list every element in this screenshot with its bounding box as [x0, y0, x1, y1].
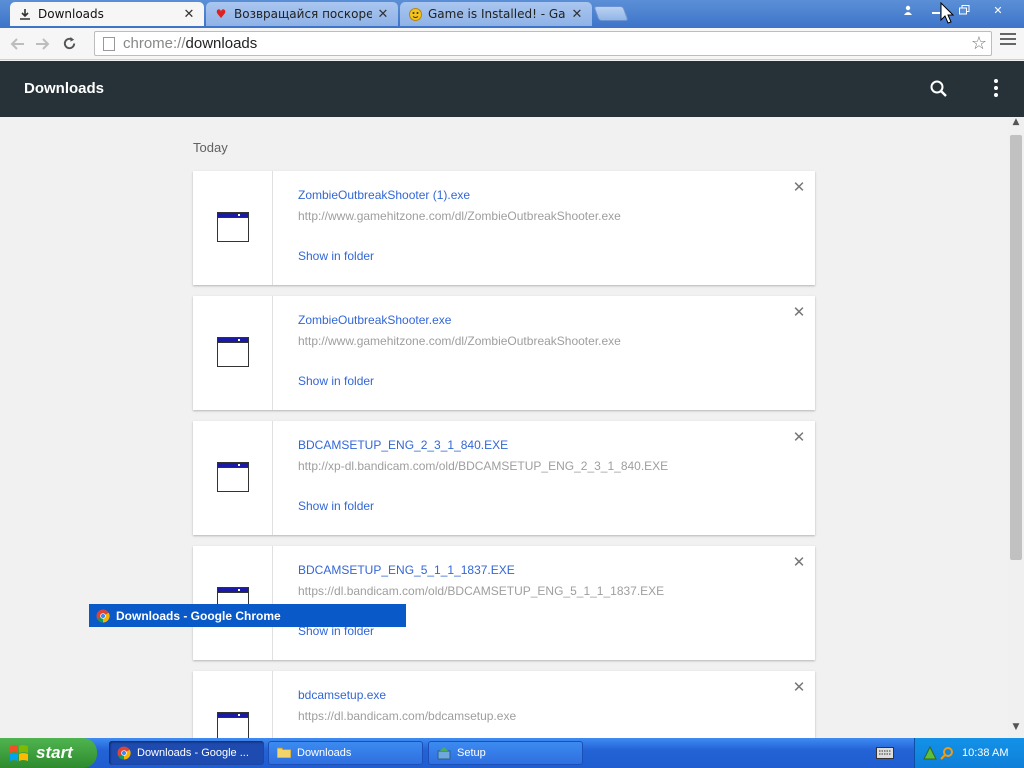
download-source-url[interactable]: http://xp-dl.bandicam.com/old/BDCAMSETUP… [298, 459, 668, 473]
download-item: bdcamsetup.exe https://dl.bandicam.com/b… [193, 671, 815, 738]
taskbar-item-label: Downloads - Google ... [137, 747, 249, 759]
taskbar: start Downloads - Google ... Downloads S… [0, 738, 1024, 768]
keyboard-icon[interactable] [876, 747, 894, 759]
show-in-folder-link[interactable]: Show in folder [298, 374, 374, 388]
window-controls: ✕ [896, 2, 1016, 18]
forward-button[interactable] [30, 31, 56, 57]
download-item: ZombieOutbreakShooter (1).exe http://www… [193, 171, 815, 285]
chrome-menu-icon[interactable] [1000, 33, 1016, 45]
restore-button[interactable] [952, 2, 976, 18]
window-switch-caption: Downloads - Google Chrome [89, 604, 406, 627]
window-caption-text: Downloads - Google Chrome [116, 608, 281, 623]
tab-title: Downloads [38, 7, 104, 21]
network-icon[interactable] [923, 745, 937, 760]
vertical-scrollbar[interactable]: ▲ ▼ [1008, 117, 1024, 738]
address-text: chrome://downloads [123, 35, 258, 52]
system-clock: 10:38 AM [962, 747, 1009, 759]
download-file-name[interactable]: bdcamsetup.exe [298, 688, 386, 702]
scrollbar-thumb[interactable] [1010, 135, 1022, 560]
page-icon [103, 36, 115, 51]
application-file-icon [217, 212, 249, 242]
heart-icon: ♥ [215, 7, 227, 21]
download-file-name[interactable]: ZombieOutbreakShooter (1).exe [298, 188, 470, 202]
new-tab-button[interactable] [593, 6, 629, 21]
reload-button[interactable] [56, 31, 82, 57]
taskbar-item-label: Setup [457, 747, 486, 759]
downloads-header: Downloads [0, 61, 1024, 117]
taskbar-item-downloads-folder[interactable]: Downloads [268, 741, 423, 765]
download-icon [18, 7, 32, 21]
reload-icon [63, 36, 75, 50]
show-in-folder-link[interactable]: Show in folder [298, 499, 374, 513]
scroll-down-arrow-icon[interactable]: ▼ [1008, 722, 1024, 738]
file-icon-column [193, 421, 273, 535]
file-icon-column [193, 671, 273, 738]
application-file-icon [217, 712, 249, 738]
application-file-icon [217, 462, 249, 492]
file-icon-column [193, 546, 273, 660]
taskbar-item-setup[interactable]: Setup [428, 741, 583, 765]
download-file-name[interactable]: ZombieOutbreakShooter.exe [298, 313, 451, 327]
download-source-url[interactable]: https://dl.bandicam.com/old/BDCAMSETUP_E… [298, 584, 664, 598]
download-source-url[interactable]: http://www.gamehitzone.com/dl/ZombieOutb… [298, 334, 621, 348]
address-bar[interactable]: chrome://downloads ☆ [94, 31, 992, 56]
tab-title: Возвращайся поскорее! [234, 7, 372, 21]
back-arrow-icon [10, 37, 24, 50]
more-options-icon[interactable] [994, 79, 998, 97]
start-button[interactable]: start [0, 738, 97, 768]
back-button[interactable] [4, 31, 30, 57]
page-title: Downloads [24, 80, 105, 97]
tab-game-installed[interactable]: Game is Installed! - GameHitZ ✕ [400, 2, 592, 26]
file-icon-column [193, 296, 273, 410]
folder-icon [276, 746, 292, 760]
close-tab-icon[interactable]: ✕ [570, 7, 584, 22]
mouse-cursor-icon [940, 1, 955, 24]
chrome-icon [117, 746, 131, 760]
remove-item-icon[interactable]: ✕ [791, 428, 807, 446]
search-icon[interactable] [928, 78, 950, 100]
bookmark-star-icon[interactable]: ☆ [971, 33, 987, 54]
remove-item-icon[interactable]: ✕ [791, 178, 807, 196]
smiley-icon [408, 7, 422, 21]
remove-item-icon[interactable]: ✕ [791, 678, 807, 696]
system-tray: 10:38 AM [914, 738, 1024, 768]
download-source-url[interactable]: https://dl.bandicam.com/bdcamsetup.exe [298, 709, 516, 723]
remove-item-icon[interactable]: ✕ [791, 303, 807, 321]
application-file-icon [217, 337, 249, 367]
tab-downloads[interactable]: Downloads ✕ [10, 2, 204, 26]
downloads-list: Today ZombieOutbreakShooter (1).exe http… [0, 117, 1008, 738]
windows-logo-icon [8, 743, 30, 763]
tab-strip: Downloads ✕ ♥ Возвращайся поскорее! ✕ Ga… [0, 0, 1024, 28]
taskbar-item-chrome[interactable]: Downloads - Google ... [109, 741, 264, 765]
close-tab-icon[interactable]: ✕ [376, 7, 390, 22]
download-item: BDCAMSETUP_ENG_5_1_1_1837.EXE https://dl… [193, 546, 815, 660]
date-section-label: Today [193, 140, 228, 155]
taskbar-item-label: Downloads [297, 747, 352, 759]
browser-toolbar: chrome://downloads ☆ [0, 28, 1024, 60]
show-in-folder-link[interactable]: Show in folder [298, 249, 374, 263]
close-tab-icon[interactable]: ✕ [182, 7, 196, 22]
remove-item-icon[interactable]: ✕ [791, 553, 807, 571]
tab-vozvrashchaysya[interactable]: ♥ Возвращайся поскорее! ✕ [206, 2, 398, 26]
forward-arrow-icon [36, 37, 50, 50]
tab-title: Game is Installed! - GameHitZ [428, 7, 566, 21]
close-window-button[interactable]: ✕ [980, 2, 1016, 18]
chrome-icon [96, 609, 110, 623]
profile-icon[interactable] [896, 2, 920, 18]
file-icon-column [193, 171, 273, 285]
search-tray-icon[interactable] [940, 746, 954, 760]
start-label: start [36, 743, 73, 762]
download-source-url[interactable]: http://www.gamehitzone.com/dl/ZombieOutb… [298, 209, 621, 223]
setup-icon [437, 746, 451, 760]
scroll-up-arrow-icon[interactable]: ▲ [1008, 117, 1024, 133]
download-item: BDCAMSETUP_ENG_2_3_1_840.EXE http://xp-d… [193, 421, 815, 535]
download-item: ZombieOutbreakShooter.exe http://www.gam… [193, 296, 815, 410]
download-file-name[interactable]: BDCAMSETUP_ENG_2_3_1_840.EXE [298, 438, 508, 452]
download-file-name[interactable]: BDCAMSETUP_ENG_5_1_1_1837.EXE [298, 563, 515, 577]
